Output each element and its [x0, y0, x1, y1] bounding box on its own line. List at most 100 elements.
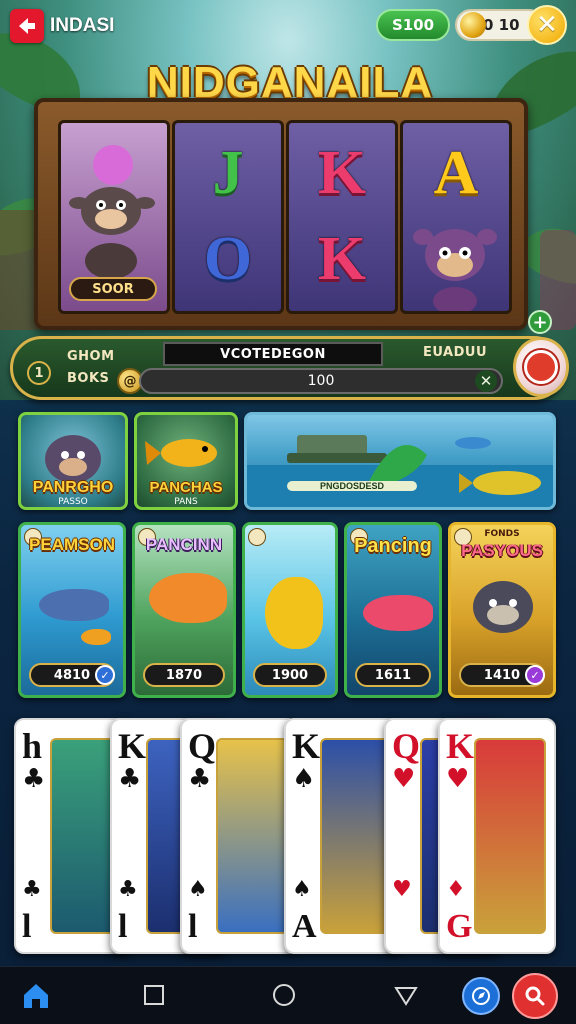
favorite-icon[interactable]: ✓	[95, 665, 115, 685]
reel-2: J O	[172, 120, 284, 314]
compass-icon[interactable]	[462, 977, 500, 1015]
game-card[interactable]: PANCINN 1870	[132, 522, 236, 698]
favorite-icon[interactable]: ✓	[525, 665, 545, 685]
game-score: 1611	[355, 663, 431, 687]
add-bet-button[interactable]: +	[528, 310, 552, 334]
spin-button[interactable]	[513, 337, 569, 397]
control-bar: 1 GHOM BOKS VCOTEDEGON @ 100 EUADUU ✕	[10, 336, 569, 400]
card-rank-bottom: l	[188, 908, 198, 945]
reel-3: K K	[286, 120, 398, 314]
brand: INDASI	[10, 9, 114, 43]
reel-symbol: K	[317, 225, 367, 293]
gem-icon	[460, 12, 486, 38]
fish-icon	[81, 629, 111, 645]
monkey-character-icon	[413, 229, 497, 311]
card-suit-bottom: ♦	[446, 877, 466, 902]
game-title-label: PASYOUS	[461, 541, 543, 560]
card-suit: ♣	[188, 764, 212, 794]
reel-win-badge: SOOR	[69, 277, 157, 301]
featured-game-tile[interactable]: PANCHAS PANS	[134, 412, 238, 510]
game-title-label: Pancing	[354, 535, 432, 557]
reel-symbol: A	[433, 139, 479, 207]
game-subtitle-label: FONDS	[484, 529, 520, 539]
game-title-label: PANCINN	[145, 535, 223, 554]
fish-icon	[265, 577, 323, 649]
card-suit: ♣	[118, 764, 142, 794]
game-score: 1870	[143, 663, 225, 687]
square-icon[interactable]	[136, 977, 172, 1013]
level-number: 1	[27, 361, 51, 385]
card-suit: ♣	[22, 764, 46, 794]
game-card[interactable]: Pancing 1611	[344, 522, 442, 698]
bet-input[interactable]: 100	[139, 368, 503, 394]
card-suit: ♥	[446, 764, 470, 794]
featured-game-subtitle: PASSO	[58, 497, 88, 507]
fish-icon	[145, 439, 217, 467]
triangle-back-icon[interactable]	[388, 977, 424, 1013]
close-button[interactable]: ✕	[527, 5, 567, 45]
search-icon[interactable]	[512, 973, 558, 1019]
cow-character-icon	[69, 145, 155, 279]
coin-balance[interactable]: S100	[376, 9, 450, 41]
featured-banner-label: PNGDOSDESD	[287, 481, 417, 491]
level-label-1: GHOM	[67, 349, 115, 364]
fish-icon	[39, 589, 109, 621]
card-rank-bottom: l	[118, 908, 128, 945]
close-icon: ✕	[536, 10, 558, 40]
circle-icon[interactable]	[266, 977, 302, 1013]
level-label-2: BOKS	[67, 371, 110, 386]
reel-1: SOOR	[58, 120, 170, 314]
card-art	[474, 738, 546, 934]
bottom-nav	[0, 966, 576, 1024]
brand-logo-icon	[10, 9, 44, 43]
card-rank-bottom: G	[446, 908, 473, 945]
gem-count: 0 10	[483, 16, 520, 34]
card-suit: ♠	[292, 764, 316, 794]
playing-card[interactable]: Q ♣ ♠ l	[180, 718, 298, 954]
plus-icon: +	[532, 311, 548, 333]
card-rank: Q	[188, 726, 217, 766]
brand-name: INDASI	[50, 15, 115, 36]
card-rank: K	[446, 726, 475, 766]
card-suit-bottom: ♠	[292, 877, 312, 902]
playing-card[interactable]: K ♥ ♦ G	[438, 718, 556, 954]
featured-banner[interactable]: PNGDOSDESD	[244, 412, 556, 510]
river-scene-icon	[247, 435, 553, 507]
card-rank: Q	[392, 726, 421, 766]
home-icon[interactable]	[18, 977, 54, 1013]
clear-bet-button[interactable]: ✕	[475, 370, 497, 392]
game-card[interactable]: 1900	[242, 522, 338, 698]
card-rank: K	[118, 726, 147, 766]
spin-icon	[524, 350, 558, 384]
top-bar: INDASI S100 0 10 ✕	[0, 0, 576, 52]
badge-icon	[248, 528, 266, 546]
featured-game-title: PANCHAS	[149, 479, 223, 496]
card-art	[216, 738, 288, 934]
game-card[interactable]: PEAMSON 4810 ✓	[18, 522, 126, 698]
featured-game-subtitle: PANS	[174, 497, 198, 507]
reel-4: A	[400, 120, 512, 314]
game-score: 1900	[253, 663, 327, 687]
card-suit-bottom: ♣	[118, 877, 138, 902]
message-display: VCOTEDEGON	[163, 342, 383, 366]
reel-symbol: J	[212, 139, 244, 207]
card-rank-bottom: l	[22, 908, 32, 945]
card-suit: ♥	[392, 764, 416, 794]
card-suit-bottom: ♥	[392, 877, 412, 902]
featured-game-tile[interactable]: PANRGHO PASSO	[18, 412, 128, 510]
slot-reels: SOOR J O K K A	[34, 98, 528, 330]
card-art	[320, 738, 392, 934]
game-card[interactable]: FONDS PASYOUS 1410 ✓	[448, 522, 556, 698]
card-rank: K	[292, 726, 321, 766]
creature-character-icon	[473, 581, 533, 633]
game-title-label: PEAMSON	[29, 535, 115, 554]
fish-icon	[149, 573, 227, 623]
card-suit-bottom: ♣	[22, 877, 42, 902]
balance-label: EUADUU	[423, 345, 488, 360]
card-rank-bottom: A	[292, 908, 317, 945]
fish-icon	[363, 595, 433, 631]
close-icon: ✕	[479, 372, 493, 390]
reel-symbol: K	[317, 139, 367, 207]
card-suit-bottom: ♠	[188, 877, 208, 902]
reel-symbol: O	[203, 225, 253, 293]
